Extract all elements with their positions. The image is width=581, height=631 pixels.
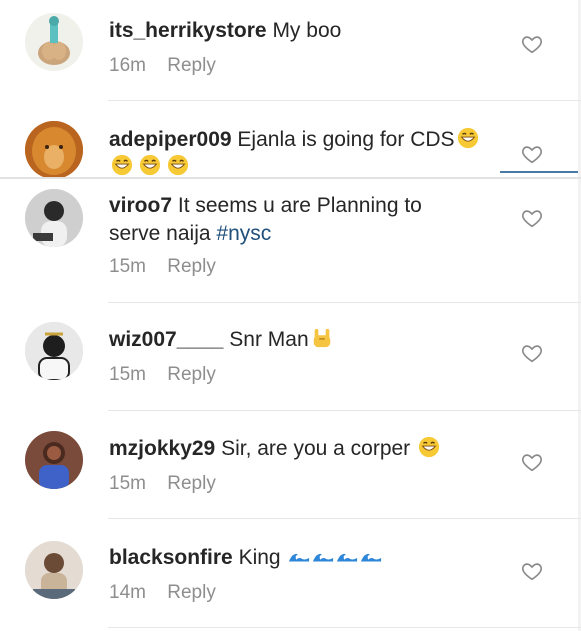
water-wave-emoji-icon bbox=[336, 545, 358, 567]
avatar[interactable] bbox=[25, 121, 83, 177]
reply-button[interactable]: Reply bbox=[167, 473, 216, 494]
comment-text: Ejanla is going for CDS bbox=[237, 128, 455, 151]
comment-meta: 15m Reply bbox=[109, 255, 232, 279]
comment-item: viroo7 It seems u are Planning to serve … bbox=[0, 180, 578, 300]
comment-text: My boo bbox=[272, 19, 342, 42]
comment-meta: 14m Reply bbox=[109, 581, 232, 605]
timestamp: 15m bbox=[109, 256, 146, 277]
water-wave-emoji-icon bbox=[312, 545, 334, 567]
heart-icon[interactable] bbox=[521, 342, 543, 364]
comment-text: Sir, are you a corper bbox=[221, 437, 411, 460]
comment-line: mzjokky29 Sir, are you a corper bbox=[109, 435, 440, 463]
avatar[interactable] bbox=[25, 541, 83, 599]
comment-item: its_herrikystore My boo 16m Reply bbox=[0, 0, 578, 100]
username-link[interactable]: blacksonfire bbox=[109, 546, 233, 569]
comment-line: adepiper009 Ejanla is going for CDS bbox=[109, 126, 479, 154]
hashtag-link[interactable]: #nysc bbox=[216, 222, 271, 245]
comment-line: blacksonfire King bbox=[109, 544, 382, 572]
water-wave-emoji-icon bbox=[360, 545, 382, 567]
grinning-face-emoji-icon bbox=[167, 154, 189, 176]
comment-item: adepiper009 Ejanla is going for CDS bbox=[0, 101, 578, 177]
comment-line-2: serve naija #nysc bbox=[109, 220, 271, 248]
username-link[interactable]: wiz007____ bbox=[109, 328, 223, 351]
comment-meta: 16m Reply bbox=[109, 54, 232, 78]
avatar[interactable] bbox=[25, 322, 83, 380]
scroll-indicator bbox=[500, 171, 578, 173]
comment-item: wiz007____ Snr Man 15m Reply bbox=[0, 303, 578, 410]
timestamp: 14m bbox=[109, 582, 146, 603]
username-link[interactable]: adepiper009 bbox=[109, 128, 232, 151]
comment-text: It seems u are Planning to bbox=[177, 194, 422, 217]
username-link[interactable]: viroo7 bbox=[109, 194, 172, 217]
comment-text: Snr Man bbox=[229, 328, 309, 351]
grinning-face-emoji-icon bbox=[139, 154, 161, 176]
heart-icon[interactable] bbox=[521, 451, 543, 473]
comment-meta: 15m Reply bbox=[109, 363, 232, 387]
reply-button[interactable]: Reply bbox=[167, 364, 216, 385]
heart-icon[interactable] bbox=[521, 143, 543, 165]
grinning-face-emoji-icon bbox=[457, 127, 479, 149]
reply-button[interactable]: Reply bbox=[167, 582, 216, 603]
comment-line: wiz007____ Snr Man bbox=[109, 326, 333, 354]
username-link[interactable]: mzjokky29 bbox=[109, 437, 215, 460]
heart-icon[interactable] bbox=[521, 33, 543, 55]
timestamp: 15m bbox=[109, 364, 146, 385]
reply-button[interactable]: Reply bbox=[167, 55, 216, 76]
timestamp: 16m bbox=[109, 55, 146, 76]
timestamp: 15m bbox=[109, 473, 146, 494]
heart-icon[interactable] bbox=[521, 207, 543, 229]
grinning-face-emoji-icon bbox=[111, 154, 133, 176]
reply-button[interactable]: Reply bbox=[167, 256, 216, 277]
comment-text: serve naija bbox=[109, 222, 211, 245]
heart-icon[interactable] bbox=[521, 560, 543, 582]
comment-line: its_herrikystore My boo bbox=[109, 17, 341, 45]
water-wave-emoji-icon bbox=[288, 545, 310, 567]
comment-item: blacksonfire King 14m Reply bbox=[0, 519, 578, 627]
comment-line: viroo7 It seems u are Planning to bbox=[109, 192, 422, 220]
avatar[interactable] bbox=[25, 13, 83, 71]
username-link[interactable]: its_herrikystore bbox=[109, 19, 267, 42]
emoji-row bbox=[109, 153, 189, 177]
comment-meta: 15m Reply bbox=[109, 472, 232, 496]
section-cut bbox=[0, 177, 581, 179]
comment-item: mzjokky29 Sir, are you a corper 15m Repl… bbox=[0, 411, 578, 518]
sign-of-horns-emoji-icon bbox=[311, 327, 333, 349]
avatar[interactable] bbox=[25, 189, 83, 247]
avatar[interactable] bbox=[25, 431, 83, 489]
divider bbox=[108, 627, 581, 628]
grinning-face-emoji-icon bbox=[418, 436, 440, 458]
comment-text: King bbox=[238, 546, 281, 569]
